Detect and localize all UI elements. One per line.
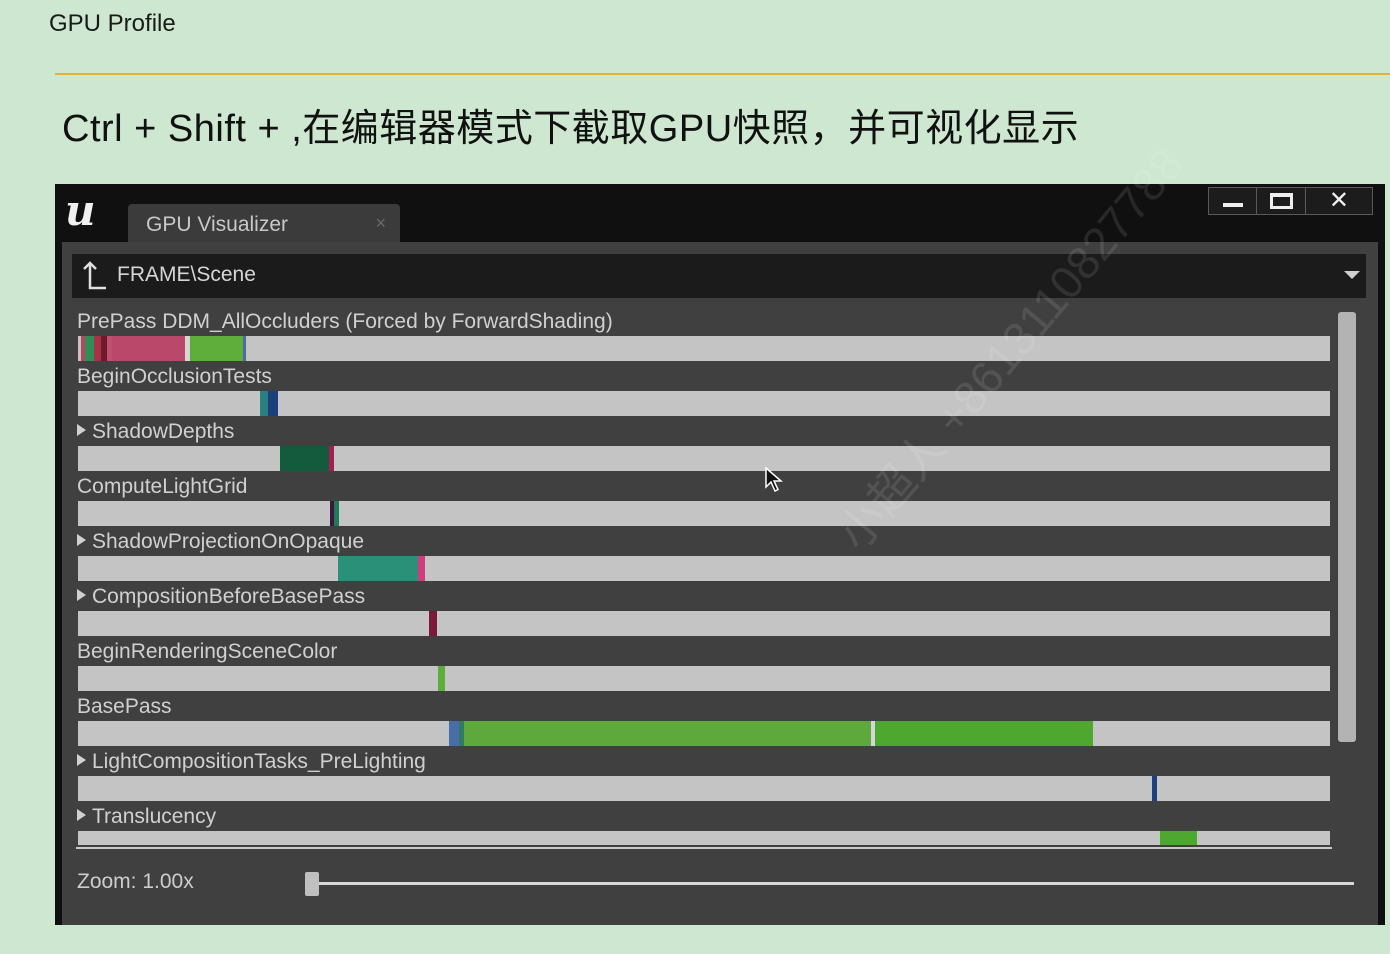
timing-row[interactable]: BeginRenderingSceneColor: [62, 638, 1378, 693]
path-bar[interactable]: FRAME\Scene: [72, 254, 1366, 298]
minimize-button[interactable]: [1209, 188, 1258, 214]
timing-row[interactable]: CompositionBeforeBasePass: [62, 583, 1378, 638]
window-controls: ✕: [1208, 187, 1373, 215]
unreal-logo-icon: u: [65, 186, 96, 235]
timing-row[interactable]: ShadowDepths: [62, 418, 1378, 473]
timing-row[interactable]: BasePass: [62, 693, 1378, 748]
timing-segment[interactable]: [437, 666, 446, 691]
close-icon: ✕: [1328, 187, 1349, 214]
timing-bar[interactable]: [78, 391, 1330, 416]
row-label[interactable]: ShadowProjectionOnOpaque: [77, 528, 364, 556]
expand-arrow-icon[interactable]: [77, 534, 86, 547]
tab-title: GPU Visualizer: [146, 213, 288, 236]
timing-segment[interactable]: [267, 391, 278, 416]
timing-bar[interactable]: [78, 776, 1330, 801]
tab-gpu-visualizer[interactable]: GPU Visualizer ×: [128, 204, 400, 242]
row-label[interactable]: Translucency: [77, 803, 216, 831]
timing-row[interactable]: ComputeLightGrid: [62, 473, 1378, 528]
row-label[interactable]: ShadowDepths: [77, 418, 234, 446]
row-label[interactable]: LightCompositionTasks_PreLighting: [77, 748, 426, 776]
timing-segment[interactable]: [242, 336, 247, 361]
timing-segment[interactable]: [190, 336, 243, 361]
zoom-label: Zoom: 1.00x: [77, 870, 194, 893]
timing-segment[interactable]: [84, 336, 94, 361]
zoom-slider-thumb[interactable]: [305, 872, 319, 896]
panel-divider: [76, 847, 1332, 849]
timing-segment[interactable]: [417, 556, 426, 581]
path-text: FRAME\Scene: [117, 263, 256, 286]
mouse-pointer-icon: [765, 467, 784, 493]
timing-bar[interactable]: [78, 666, 1330, 691]
timing-segment[interactable]: [112, 336, 186, 361]
row-label: PrePass DDM_AllOccluders (Forced by Forw…: [77, 308, 613, 336]
slide-heading: Ctrl + Shift + ,在编辑器模式下截取GPU快照，并可视化显示: [62, 108, 1080, 150]
timing-row[interactable]: BeginOcclusionTests: [62, 363, 1378, 418]
row-label-text: ComputeLightGrid: [77, 475, 248, 498]
timing-segment[interactable]: [1151, 776, 1157, 801]
row-label: ComputeLightGrid: [77, 473, 247, 501]
slide-title: GPU Profile: [49, 10, 176, 37]
row-label-text: Translucency: [92, 805, 217, 828]
timing-bar[interactable]: [78, 501, 1330, 526]
timing-segment[interactable]: [1160, 831, 1197, 845]
timing-segment[interactable]: [874, 721, 1093, 746]
gpu-visualizer-window: u GPU Visualizer × ✕ FRAME\Scene PrePass…: [55, 184, 1385, 925]
timing-segment[interactable]: [93, 336, 102, 361]
maximize-icon: [1269, 193, 1293, 209]
minimize-icon: [1222, 203, 1243, 207]
row-label-text: CompositionBeforeBasePass: [92, 585, 366, 608]
vertical-scrollbar[interactable]: [1338, 312, 1356, 742]
timing-row[interactable]: ShadowProjectionOnOpaque: [62, 528, 1378, 583]
expand-arrow-icon[interactable]: [77, 589, 86, 602]
row-label-text: BeginOcclusionTests: [77, 365, 272, 388]
expand-arrow-icon[interactable]: [77, 424, 86, 437]
timing-segment[interactable]: [334, 501, 340, 526]
visualizer-panel: FRAME\Scene PrePass DDM_AllOccluders (Fo…: [62, 242, 1378, 925]
chevron-down-icon[interactable]: [1344, 271, 1360, 279]
maximize-button[interactable]: [1257, 188, 1306, 214]
row-label: BasePass: [77, 693, 172, 721]
zoom-slider-track[interactable]: [307, 882, 1354, 885]
row-label: BeginOcclusionTests: [77, 363, 272, 391]
close-button[interactable]: ✕: [1306, 188, 1372, 214]
timing-segment[interactable]: [429, 611, 437, 636]
row-label-text: PrePass DDM_AllOccluders (Forced by Forw…: [77, 310, 613, 333]
timing-segment[interactable]: [449, 721, 460, 746]
title-divider: [55, 73, 1390, 75]
row-label: BeginRenderingSceneColor: [77, 638, 337, 666]
timing-bar[interactable]: [78, 611, 1330, 636]
timing-bar[interactable]: [78, 446, 1330, 471]
timing-segment[interactable]: [329, 446, 335, 471]
row-label-text: LightCompositionTasks_PreLighting: [92, 750, 426, 773]
timing-bar[interactable]: [78, 336, 1330, 361]
expand-arrow-icon[interactable]: [77, 754, 86, 767]
timing-segment[interactable]: [464, 721, 872, 746]
timing-rows: PrePass DDM_AllOccluders (Forced by Forw…: [62, 308, 1378, 845]
row-label[interactable]: CompositionBeforeBasePass: [77, 583, 365, 611]
row-label-text: BasePass: [77, 695, 172, 718]
timing-segment[interactable]: [280, 446, 329, 471]
row-label-text: ShadowDepths: [92, 420, 235, 443]
up-folder-icon[interactable]: [80, 260, 108, 292]
tab-close-icon[interactable]: ×: [375, 213, 386, 234]
timing-bar[interactable]: [78, 721, 1330, 746]
expand-arrow-icon[interactable]: [77, 809, 86, 822]
timing-segment[interactable]: [260, 391, 268, 416]
timing-bar[interactable]: [78, 556, 1330, 581]
timing-row[interactable]: PrePass DDM_AllOccluders (Forced by Forw…: [62, 308, 1378, 363]
timing-row[interactable]: LightCompositionTasks_PreLighting: [62, 748, 1378, 803]
timing-segment[interactable]: [337, 556, 418, 581]
timing-bar[interactable]: [78, 831, 1330, 845]
timing-row[interactable]: Translucency: [62, 803, 1378, 845]
row-label-text: BeginRenderingSceneColor: [77, 640, 338, 663]
row-label-text: ShadowProjectionOnOpaque: [92, 530, 365, 553]
